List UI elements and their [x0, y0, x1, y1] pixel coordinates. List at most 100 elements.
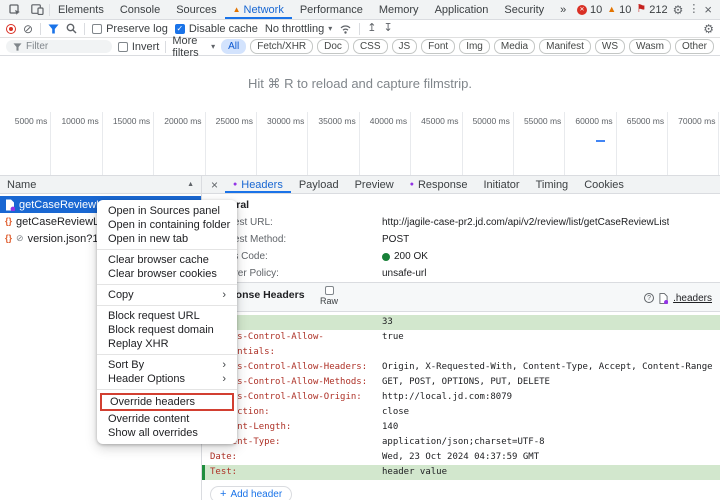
tab-application[interactable]: Application [427, 0, 497, 19]
chip-media[interactable]: Media [494, 39, 535, 54]
header-row-test-overridden[interactable]: Test: header value [202, 465, 720, 480]
device-toolbar-icon[interactable] [26, 4, 49, 15]
menu-open-in-new-tab[interactable]: Open in new tab [97, 232, 237, 246]
throttling-dropdown[interactable]: No throttling ▾ [265, 23, 332, 35]
raw-headers-toggle[interactable]: Raw [320, 286, 338, 306]
chip-css[interactable]: CSS [353, 39, 388, 54]
tab-memory[interactable]: Memory [371, 0, 427, 19]
tab-label: Memory [379, 4, 419, 16]
chip-fetch-xhr[interactable]: Fetch/XHR [250, 39, 313, 54]
invert-checkbox[interactable]: Invert [118, 41, 160, 53]
divider [359, 23, 360, 35]
header-row[interactable]: Content-Length: 140 [202, 420, 720, 435]
menu-replay-xhr[interactable]: Replay XHR [97, 337, 237, 351]
filter-funnel-icon[interactable] [48, 24, 59, 34]
menu-copy[interactable]: Copy › [97, 288, 237, 302]
warning-count-badge[interactable]: ▲ 10 [607, 4, 631, 16]
timeline-tick: 25000 ms [206, 112, 257, 175]
tab-network[interactable]: ▲ Network [225, 0, 292, 19]
menu-show-all-overrides[interactable]: Show all overrides [97, 426, 237, 440]
header-row[interactable]: Content-Type: application/json;charset=U… [202, 435, 720, 450]
menu-open-in-sources-panel[interactable]: Open in Sources panel [97, 204, 237, 218]
menu-clear-browser-cookies[interactable]: Clear browser cookies [97, 267, 237, 281]
chip-js[interactable]: JS [392, 39, 418, 54]
add-header-button[interactable]: + Add header [210, 486, 292, 500]
error-count-badge[interactable]: ✕ 10 [577, 4, 602, 16]
tab-elements[interactable]: Elements [50, 0, 112, 19]
chip-other[interactable]: Other [675, 39, 714, 54]
more-tabs-button[interactable]: » [552, 0, 574, 19]
general-row-status: Status Code: 200 OK [202, 248, 720, 265]
settings-gear-icon[interactable]: ⚙ [673, 4, 684, 16]
tab-headers[interactable]: ● Headers [225, 176, 291, 193]
header-row-overridden[interactable]: 33 [202, 315, 720, 330]
header-row[interactable]: Access-Control-Allow-Origin: http://loca… [202, 390, 720, 405]
record-network-log-button[interactable] [6, 24, 16, 34]
menu-clear-browser-cache[interactable]: Clear browser cache [97, 253, 237, 267]
menu-open-in-containing-folder[interactable]: Open in containing folder [97, 218, 237, 232]
override-headers-highlight-box: Override headers [100, 393, 234, 411]
chip-ws[interactable]: WS [595, 39, 625, 54]
header-row[interactable]: Connection: close [202, 405, 720, 420]
tab-initiator[interactable]: Initiator [476, 176, 528, 193]
chip-wasm[interactable]: Wasm [629, 39, 671, 54]
menu-block-request-url[interactable]: Block request URL [97, 309, 237, 323]
tab-response[interactable]: ● Response [402, 176, 476, 193]
add-header-label: Add header [230, 489, 282, 500]
chip-manifest[interactable]: Manifest [539, 39, 591, 54]
headers-override-file-link[interactable]: .headers [673, 293, 712, 304]
close-devtools-icon[interactable]: × [704, 3, 712, 16]
timeline-tick: 65000 ms [617, 112, 668, 175]
menu-header-options[interactable]: Header Options › [97, 372, 237, 386]
chip-doc[interactable]: Doc [317, 39, 349, 54]
more-filters-dropdown[interactable]: More filters ▾ [172, 35, 215, 59]
general-section-title[interactable]: General [202, 194, 720, 214]
tab-timing[interactable]: Timing [528, 176, 577, 193]
header-row[interactable]: Access-Control-Allow-Headers: Origin, X-… [202, 360, 720, 375]
header-value: Origin, X-Requested-With, Content-Type, … [382, 360, 720, 375]
tab-payload[interactable]: Payload [291, 176, 347, 193]
disable-cache-checkbox[interactable]: ✓ Disable cache [175, 23, 258, 35]
tab-sources[interactable]: Sources [168, 0, 224, 19]
export-har-icon[interactable]: ↧ [383, 23, 392, 34]
throttling-value: No throttling [265, 23, 324, 35]
request-list-header[interactable]: Name ▲ [0, 176, 201, 194]
close-detail-icon[interactable]: × [204, 178, 225, 192]
flag-icon: ⚑ [636, 4, 646, 15]
override-file-icon[interactable] [659, 293, 668, 304]
preserve-log-checkbox[interactable]: Preserve log [92, 23, 168, 35]
header-row[interactable]: Date: Wed, 23 Oct 2024 04:37:59 GMT [202, 450, 720, 465]
network-overview-timeline[interactable]: 5000 ms 10000 ms 15000 ms 20000 ms 25000… [0, 112, 720, 176]
chip-img[interactable]: Img [459, 39, 490, 54]
help-icon[interactable]: ? [644, 293, 654, 303]
name-column-header: Name [7, 179, 36, 191]
network-settings-gear-icon[interactable]: ⚙ [703, 23, 714, 35]
tab-console[interactable]: Console [112, 0, 168, 19]
menu-sort-by[interactable]: Sort By › [97, 358, 237, 372]
menu-separator [97, 284, 237, 285]
menu-label: Copy [108, 288, 134, 302]
kebab-menu-icon[interactable]: ⋮ [688, 4, 699, 15]
filmstrip-hint-area: Hit ⌘ R to reload and capture filmstrip. [0, 56, 720, 112]
inspect-element-icon[interactable] [4, 4, 26, 16]
network-conditions-icon[interactable] [339, 24, 352, 34]
search-icon[interactable] [66, 23, 77, 34]
clear-network-log-icon[interactable]: ⊘ [23, 23, 33, 35]
divider [40, 23, 41, 35]
issues-count-badge[interactable]: ⚑ 212 [636, 4, 667, 16]
header-value: GET, POST, OPTIONS, PUT, DELETE [382, 375, 720, 390]
tab-preview[interactable]: Preview [347, 176, 402, 193]
import-har-icon[interactable]: ↥ [367, 23, 376, 34]
tab-cookies[interactable]: Cookies [576, 176, 632, 193]
menu-override-headers[interactable]: Override headers [102, 395, 232, 409]
header-row[interactable]: Access-Control-Allow-Methods: GET, POST,… [202, 375, 720, 390]
menu-override-content[interactable]: Override content [97, 412, 237, 426]
general-row-url: Request URL: http://jagile-case-pr2.jd.c… [202, 214, 720, 231]
chip-all[interactable]: All [221, 39, 246, 54]
tab-performance[interactable]: Performance [292, 0, 371, 19]
menu-block-request-domain[interactable]: Block request domain [97, 323, 237, 337]
filter-input[interactable]: Filter [6, 40, 112, 53]
chip-font[interactable]: Font [421, 39, 455, 54]
tab-security[interactable]: Security [496, 0, 552, 19]
header-row[interactable]: Access-Control-Allow-Credentials: true [202, 330, 720, 360]
